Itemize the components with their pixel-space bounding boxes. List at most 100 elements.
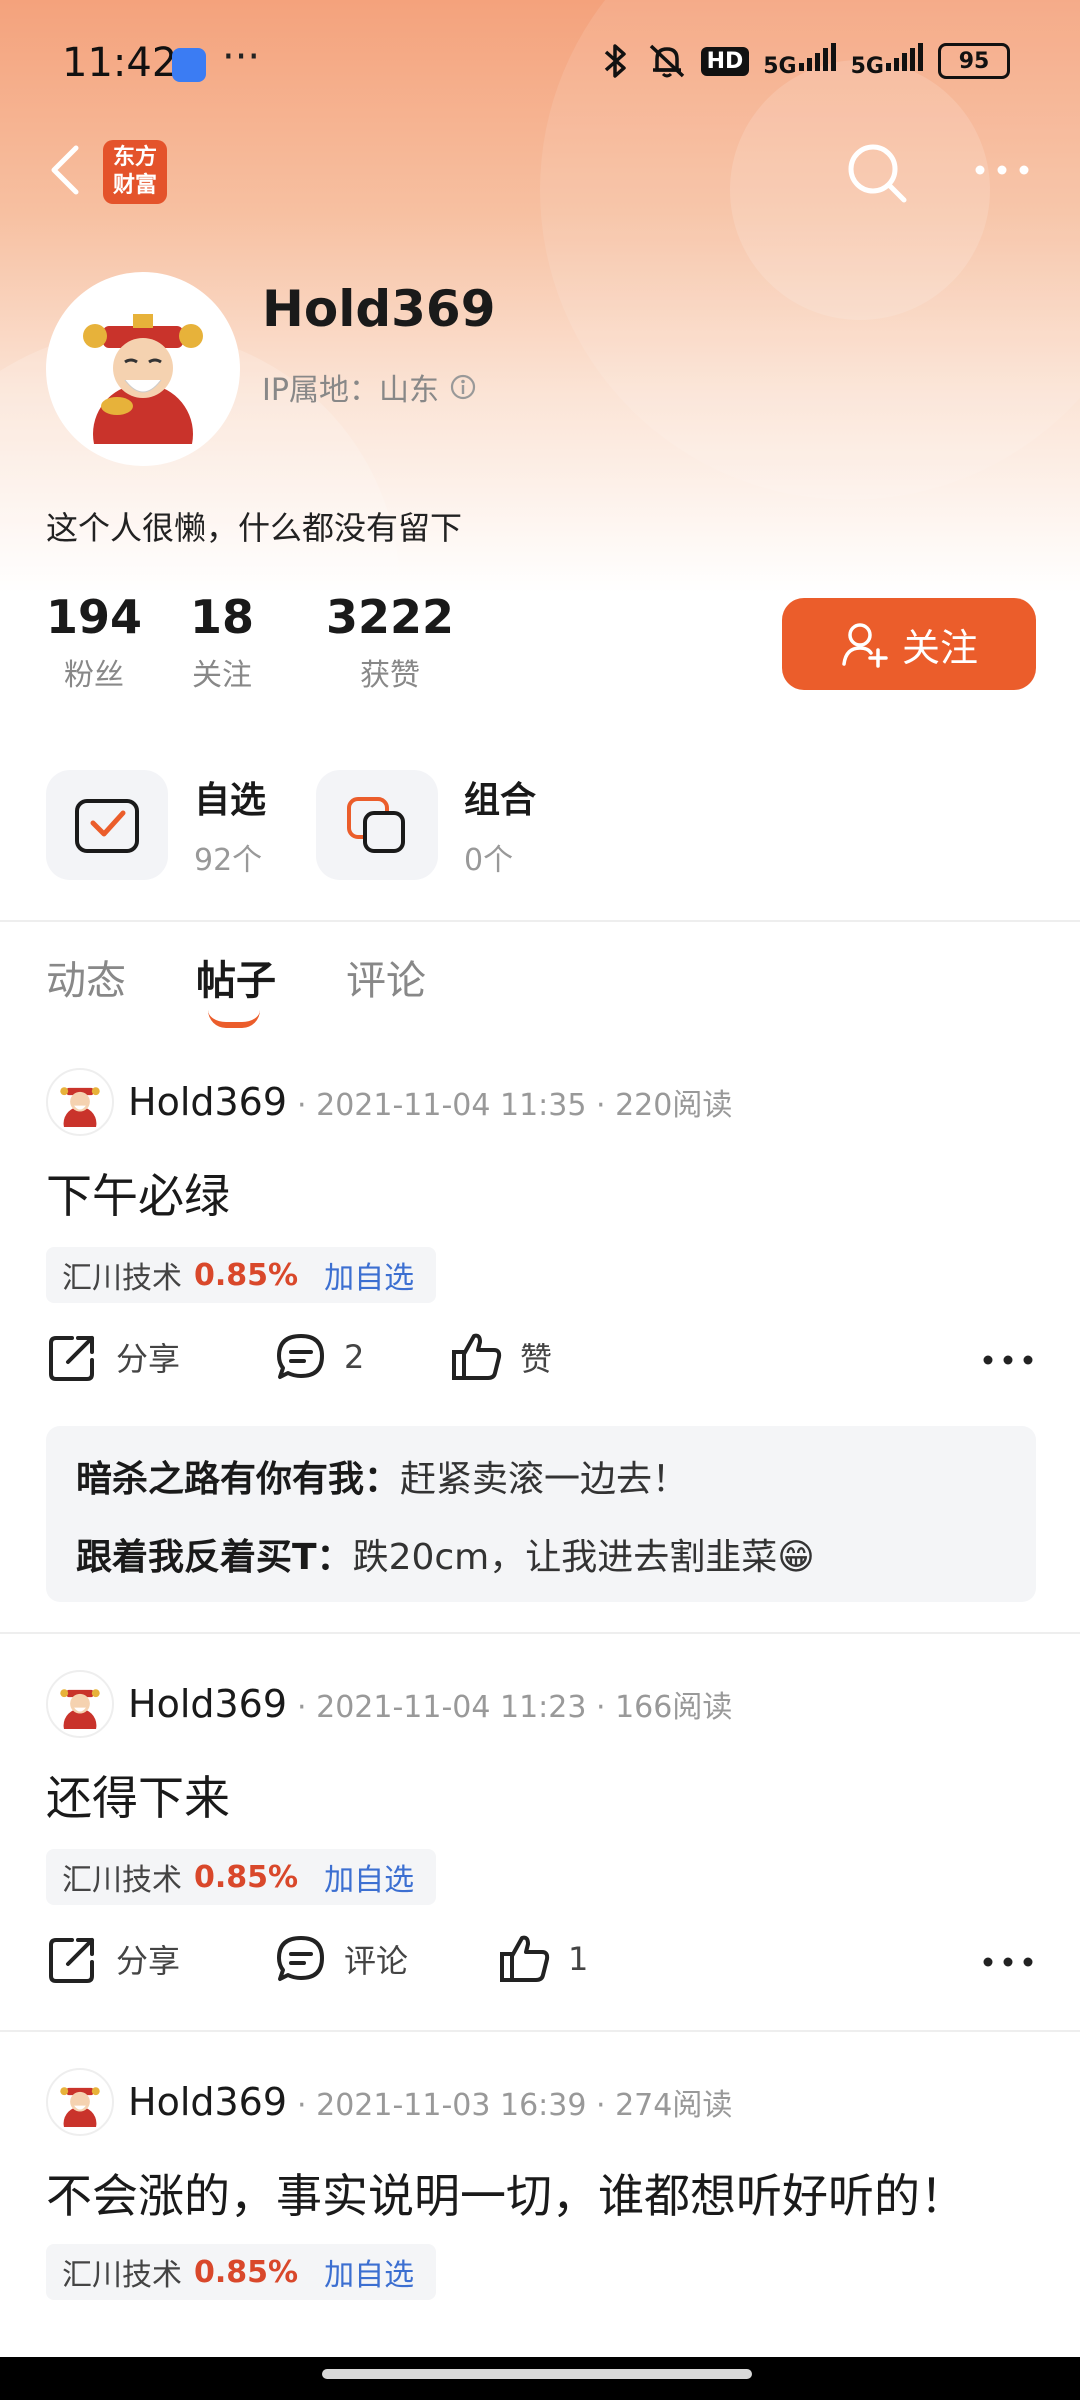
signal-5g-2: 5G xyxy=(851,43,924,79)
share-button[interactable]: 分享 xyxy=(46,1932,180,1986)
avatar[interactable] xyxy=(46,2068,114,2136)
comment-icon xyxy=(277,1334,324,1379)
share-icon xyxy=(49,1938,94,1983)
watchlist-entry[interactable]: 自选 92个 xyxy=(46,770,266,880)
comment-button[interactable]: 2 xyxy=(274,1330,364,1384)
comment-icon xyxy=(277,1936,324,1981)
stock-tag[interactable]: 汇川技术 0.85% 加自选 xyxy=(46,1247,437,1303)
comment-label: 评论 xyxy=(344,1942,409,1980)
search-icon[interactable] xyxy=(844,140,910,206)
post-actions: 分享 评论 1 xyxy=(46,1932,1036,2002)
stat-followers[interactable]: 194 粉丝 xyxy=(46,590,142,694)
post-title[interactable]: 还得下来 xyxy=(46,1762,230,1828)
stat-label: 获赞 xyxy=(360,658,421,693)
god-of-wealth-avatar-icon xyxy=(60,2087,100,2127)
stock-tag[interactable]: 汇川技术 0.85% 加自选 xyxy=(46,1849,437,1905)
add-to-watchlist-link[interactable]: 加自选 xyxy=(324,2250,414,2294)
ip-location: IP属地：山东 xyxy=(262,365,477,409)
status-icons: HD 5G 5G 95 xyxy=(599,42,1010,80)
stock-name: 汇川技术 xyxy=(62,2258,182,2293)
stock-tag[interactable]: 汇川技术 0.85% 加自选 xyxy=(46,2244,437,2300)
stock-change: 0.85% xyxy=(194,2254,299,2290)
like-label: 赞 xyxy=(520,1340,553,1378)
post-meta: · 2021-11-04 11:35 · 220阅读 xyxy=(297,1088,733,1123)
like-button[interactable]: 赞 xyxy=(450,1330,552,1384)
comment-preview[interactable]: 暗杀之路有你有我：赶紧卖滚一边去！ 跟着我反着买T：跌20cm，让我进去割韭菜😁 xyxy=(46,1426,1036,1602)
tab-posts[interactable]: 帖子 xyxy=(196,948,276,1028)
mute-bell-icon xyxy=(649,44,684,78)
tab-activity[interactable]: 动态 xyxy=(46,948,126,1006)
stat-following[interactable]: 18 关注 xyxy=(190,590,254,694)
profile-tabs: 动态 帖子 评论 xyxy=(46,948,426,1028)
portfolio-entry[interactable]: 组合 0个 xyxy=(316,770,536,880)
share-button[interactable]: 分享 xyxy=(46,1330,180,1384)
comment-line: 跟着我反着买T：跌20cm，让我进去割韭菜😁 xyxy=(76,1528,815,1580)
post-meta: · 2021-11-04 11:23 · 166阅读 xyxy=(297,1690,733,1725)
add-to-watchlist-link[interactable]: 加自选 xyxy=(324,1855,414,1899)
post-author[interactable]: Hold369 xyxy=(128,1682,287,1726)
battery-indicator: 95 xyxy=(938,43,1010,79)
signal-5g-1: 5G xyxy=(763,43,836,79)
comment-text: 跌20cm，让我进去割韭菜😁 xyxy=(352,1537,815,1578)
stat-value: 194 xyxy=(46,590,143,644)
post-title[interactable]: 下午必绿 xyxy=(46,1160,230,1226)
follow-button-label: 关注 xyxy=(901,625,978,670)
thumbs-up-icon xyxy=(452,1333,502,1380)
back-arrow-icon[interactable] xyxy=(42,140,90,200)
signal-bars-icon xyxy=(798,43,836,71)
add-to-watchlist-link[interactable]: 加自选 xyxy=(324,1253,414,1297)
post-more-icon[interactable] xyxy=(980,1340,1036,1380)
follow-button[interactable]: 关注 xyxy=(782,598,1036,690)
watchlist-count: 92个 xyxy=(194,843,263,878)
portfolio-icon-box xyxy=(316,770,438,880)
comment-user[interactable]: 暗杀之路有你有我： xyxy=(76,1459,400,1500)
watchlist-title: 自选 xyxy=(194,780,267,821)
comment-text: 赶紧卖滚一边去！ xyxy=(400,1459,689,1500)
app-notification-icon xyxy=(172,48,206,82)
avatar[interactable] xyxy=(46,1670,114,1738)
stock-name: 汇川技术 xyxy=(62,1261,182,1296)
stock-change: 0.85% xyxy=(194,1859,299,1895)
divider xyxy=(0,1632,1080,1634)
home-gesture-bar[interactable] xyxy=(322,2369,752,2379)
comment-button[interactable]: 评论 xyxy=(274,1932,408,1986)
profile-bio: 这个人很懒，什么都没有留下 xyxy=(46,509,463,547)
info-icon[interactable] xyxy=(449,373,477,401)
post-author[interactable]: Hold369 xyxy=(128,1080,287,1124)
post-meta: · 2021-11-03 16:39 · 274阅读 xyxy=(297,2088,733,2123)
avatar[interactable] xyxy=(46,1068,114,1136)
more-options-icon[interactable] xyxy=(972,150,1032,190)
post-header: Hold369 · 2021-11-03 16:39 · 274阅读 xyxy=(46,2068,732,2136)
stat-value: 3222 xyxy=(326,590,455,644)
post-title[interactable]: 不会涨的，事实说明一切，谁都想听好听的！ xyxy=(46,2160,966,2226)
like-button[interactable]: 1 xyxy=(498,1932,588,1986)
divider xyxy=(0,920,1080,922)
post-more-icon[interactable] xyxy=(980,1942,1036,1982)
god-of-wealth-avatar-icon xyxy=(60,1689,100,1729)
portfolio-title: 组合 xyxy=(464,780,537,821)
avatar[interactable] xyxy=(46,272,240,466)
bluetooth-icon xyxy=(604,44,626,78)
post-actions: 分享 2 赞 xyxy=(46,1330,1036,1400)
comment-user[interactable]: 跟着我反着买T： xyxy=(76,1537,353,1578)
portfolio-icon xyxy=(347,797,405,853)
post-header: Hold369 · 2021-11-04 11:23 · 166阅读 xyxy=(46,1670,732,1738)
portfolio-count: 0个 xyxy=(464,843,514,878)
stat-value: 18 xyxy=(190,590,255,644)
thumbs-up-icon xyxy=(500,1935,550,1982)
tab-comments[interactable]: 评论 xyxy=(346,948,426,1006)
comment-line: 暗杀之路有你有我：赶紧卖滚一边去！ xyxy=(76,1450,688,1502)
post-author[interactable]: Hold369 xyxy=(128,2080,287,2124)
status-time: 11:42 xyxy=(62,40,178,86)
app-logo[interactable]: 东方 财富 xyxy=(103,140,167,204)
stat-likes: 3222 获赞 xyxy=(326,590,454,694)
status-bar: 11:42 ··· HD 5G 5G 95 xyxy=(0,0,1080,130)
stock-change: 0.85% xyxy=(194,1257,299,1293)
stat-label: 粉丝 xyxy=(64,658,125,693)
hd-badge: HD xyxy=(700,46,750,76)
post-header: Hold369 · 2021-11-04 11:35 · 220阅读 xyxy=(46,1068,732,1136)
stock-name: 汇川技术 xyxy=(62,1863,182,1898)
status-more: ··· xyxy=(222,34,261,80)
god-of-wealth-avatar-icon xyxy=(60,1087,100,1127)
stat-label: 关注 xyxy=(192,658,252,693)
